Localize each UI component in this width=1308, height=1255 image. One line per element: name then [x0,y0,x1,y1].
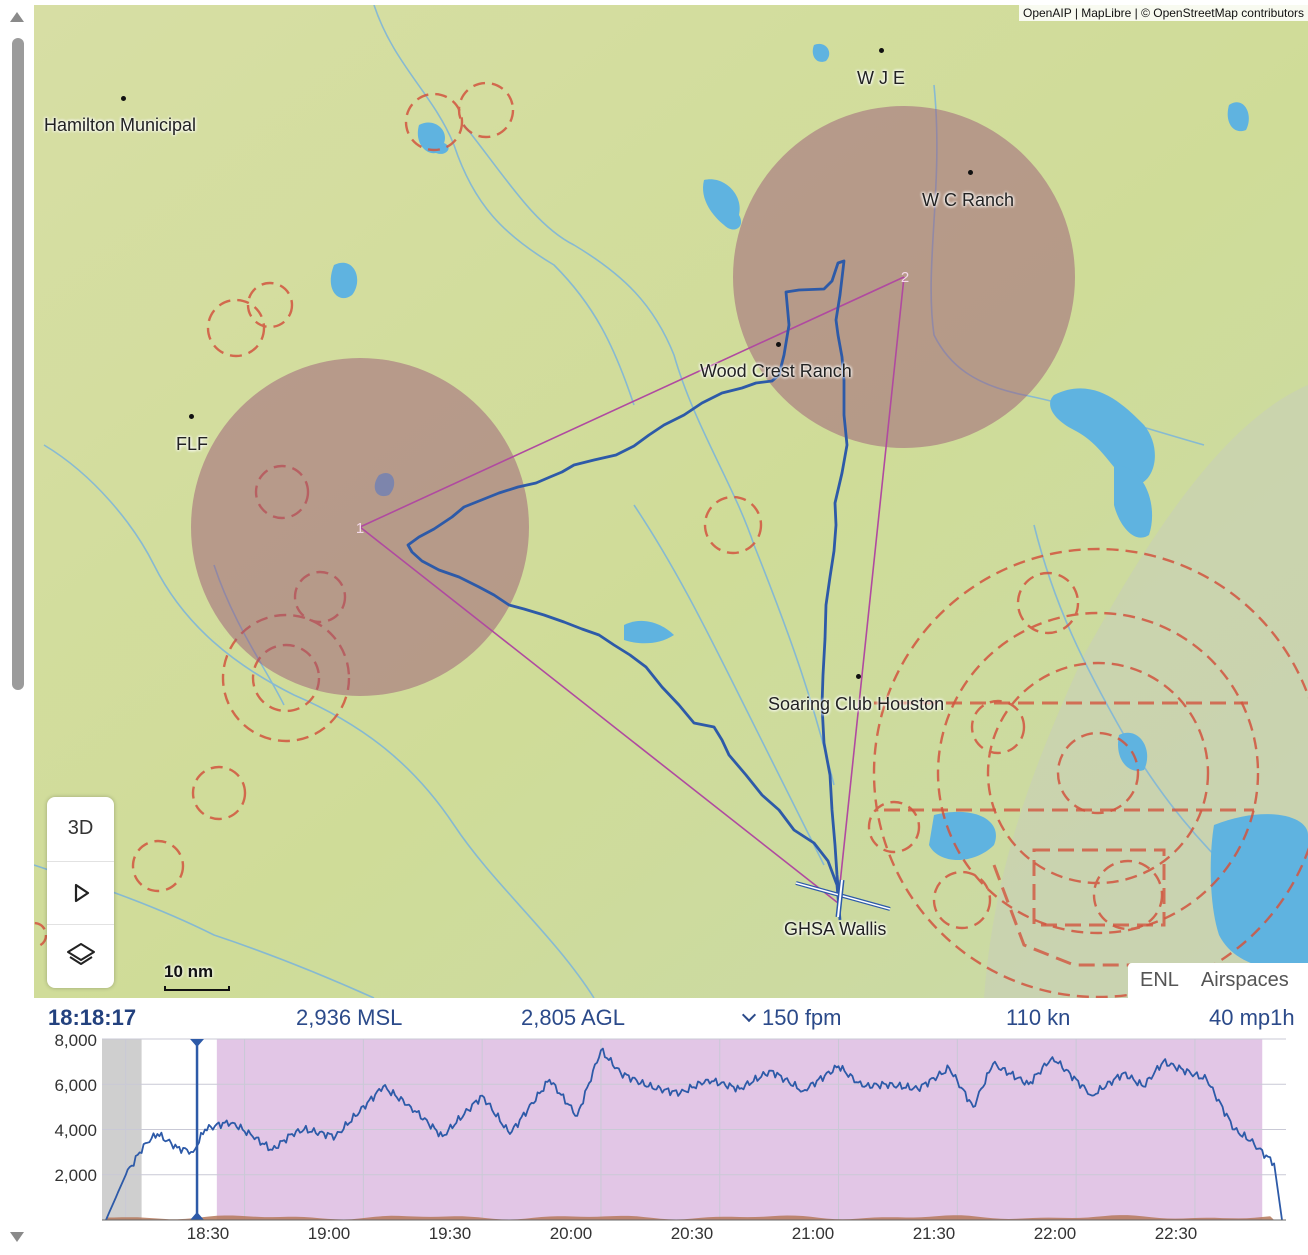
stat-time: 18:18:17 [48,1005,137,1030]
place-label-wje: W J E [857,68,905,88]
flight-map[interactable]: 1 2 OpenAIP | MapLibre | © OpenStreetMap… [34,5,1308,998]
place-dot-icon [968,170,973,175]
place-label-wcranch: W C Ranch [922,190,1015,210]
x-tick-label: 22:30 [1154,1224,1198,1243]
stat-vario: 150 fpm [741,1005,842,1031]
stat-speed: 110 kn [1006,1005,1071,1030]
play-icon [74,883,89,903]
stat-msl-altitude: 2,936 MSL [296,1005,403,1030]
cursor-bottom-marker [190,1212,205,1220]
map-controls: 3D [47,797,114,988]
place-dot-icon [879,48,884,53]
y-tick-label: 2,000 [54,1166,97,1185]
chart-tabs: ENL Airspaces [1128,963,1308,998]
scale-bar [164,986,230,991]
scale-label: 10 nm [164,962,214,981]
scroll-up-arrow-icon[interactable] [10,12,24,22]
toggle-3d-button[interactable]: 3D [47,797,114,860]
place-dot-icon [856,674,861,679]
stat-agl-altitude: 2,805 AGL [521,1005,625,1030]
turnpoint-2-label: 2 [901,269,909,286]
tab-airspaces[interactable]: Airspaces [1189,963,1299,998]
layers-button[interactable] [47,924,114,987]
map-attribution[interactable]: OpenAIP | MapLibre | © OpenStreetMap con… [1019,5,1308,21]
x-tick-label: 19:30 [428,1224,472,1243]
y-tick-label: 8,000 [54,1031,97,1050]
y-tick-label: 4,000 [54,1121,97,1140]
layers-icon [66,943,95,965]
place-label-hamilton: Hamilton Municipal [44,115,197,135]
stat-wind: 40 mp1h [1209,1005,1295,1030]
place-dot-icon [121,96,126,101]
place-dot-icon [189,414,194,419]
x-tick-label: 20:30 [670,1224,714,1243]
vario-value: 150 fpm [762,1005,842,1030]
place-label-ghsa-wallis: GHSA Wallis [784,919,887,939]
cursor-top-marker [190,1039,205,1047]
vertical-scrollbar[interactable] [0,0,34,1255]
x-tick-label: 20:00 [549,1224,593,1243]
play-button[interactable] [47,861,114,924]
scroll-thumb[interactable] [12,38,24,690]
x-tick-label: 19:00 [307,1224,351,1243]
y-tick-label: 6,000 [54,1076,97,1095]
flight-stats-bar: 18:18:17 2,936 MSL 2,805 AGL 150 fpm 110… [34,1000,1308,1036]
barogram-canvas [102,1038,1286,1221]
x-tick-label: 21:00 [791,1224,835,1243]
x-tick-label: 21:30 [912,1224,956,1243]
tab-enl[interactable]: ENL [1128,963,1189,998]
x-tick-label: 18:30 [186,1224,230,1243]
scroll-down-arrow-icon[interactable] [10,1232,24,1242]
place-label-flf: FLF [176,434,209,454]
chevron-down-icon [741,1007,757,1023]
barogram-chart[interactable]: 8,000 6,000 4,000 2,000 18:30 19:00 19:3… [34,1031,1308,1255]
map-canvas: 1 2 [34,5,1308,998]
place-dot-icon [776,342,781,347]
turnpoint-1-label: 1 [356,520,364,537]
map-scale: 10 nm [164,962,230,992]
place-label-soaring-club: Soaring Club Houston [768,694,945,714]
x-tick-label: 22:00 [1033,1224,1077,1243]
place-label-woodcrest: Wood Crest Ranch [700,361,852,381]
